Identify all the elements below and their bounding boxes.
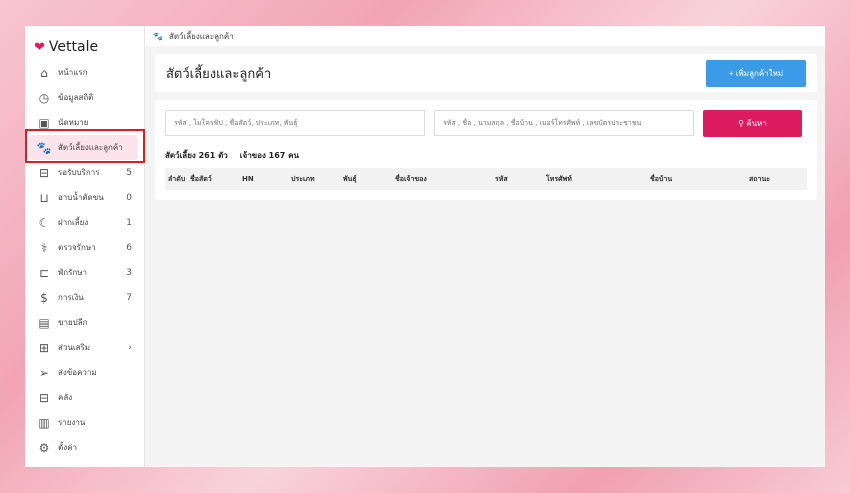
sidebar-item-10[interactable]: ▤ ขายปลีก <box>25 310 144 335</box>
column-header[interactable]: ลำดับ <box>168 174 185 185</box>
sidebar-item-label: พักรักษา <box>58 268 88 277</box>
sidebar-item-count: 5 <box>126 167 132 178</box>
sidebar-item-count: 1 <box>126 217 132 228</box>
dashboard-icon: ◷ <box>38 90 50 105</box>
pet-search-input[interactable] <box>165 110 425 136</box>
bar-chart-icon: ▥ <box>38 415 50 430</box>
home-icon: ⌂ <box>40 65 48 80</box>
app-window: ❤ Vettale ⌂ หน้าแรก ◷ ข้อมูลสถิติ ▣ นัดหมาย 🐾 ส… <box>25 26 825 467</box>
archive-icon: ⊟ <box>38 390 50 405</box>
page-title: สัตว์เลี้ยงและลูกค้า <box>166 66 272 82</box>
table-header: ลำดับ ชื่อสัตว์ HN ประเภท พันธุ์ ชื่อเจ้าของ ร… <box>165 168 807 190</box>
bathtub-icon: ⊔ <box>39 190 49 205</box>
sidebar-item-7[interactable]: ⚕ ตรวจรักษา 6 <box>25 235 144 260</box>
sidebar: ❤ Vettale ⌂ หน้าแรก ◷ ข้อมูลสถิติ ▣ นัดหมาย 🐾 ส… <box>25 26 145 467</box>
money-hand-icon: $ <box>40 290 48 305</box>
sidebar-item-count: 3 <box>126 267 132 278</box>
sidebar-item-count: 6 <box>126 242 132 253</box>
sidebar-item-label: ฝากเลี้ยง <box>58 218 89 227</box>
logo[interactable]: ❤ Vettale <box>25 26 144 58</box>
sidebar-item-label: ข้อมูลสถิติ <box>58 93 94 102</box>
column-header[interactable]: HN <box>242 175 254 183</box>
sidebar-item-count: 0 <box>126 192 132 203</box>
column-header[interactable]: ชื่อบ้าน <box>650 174 672 185</box>
sidebar-item-9[interactable]: $ การเงิน 7 <box>25 285 144 310</box>
main-content: 🐾 สัตว์เลี้ยงและลูกค้า สัตว์เลี้ยงและลูก… <box>145 26 825 467</box>
sidebar-item-label: ส่วนเสริม <box>58 343 91 352</box>
owner-count: เจ้าของ 167 คน <box>239 151 299 160</box>
sidebar-item-5[interactable]: ⊔ อาบน้ำตัดขน 0 <box>25 185 144 210</box>
calendar-icon: ▣ <box>38 115 50 130</box>
sidebar-item-count: 7 <box>126 292 132 303</box>
title-card: สัตว์เลี้ยงและลูกค้า + เพิ่มลูกค้าใหม่ <box>155 54 817 92</box>
sidebar-item-label: การเงิน <box>58 293 84 302</box>
sidebar-item-6[interactable]: ☾ ฝากเลี้ยง 1 <box>25 210 144 235</box>
sidebar-item-label: ตั้งค่า <box>58 443 77 452</box>
plus-square-icon: ⊞ <box>38 340 50 355</box>
add-customer-button[interactable]: + เพิ่มลูกค้าใหม่ <box>706 59 806 87</box>
sidebar-item-label: นัดหมาย <box>58 118 89 127</box>
pet-count: สัตว์เลี้ยง 261 ตัว <box>165 151 228 160</box>
stethoscope-icon: ⚕ <box>40 240 48 255</box>
sidebar-item-label: คลัง <box>58 393 73 402</box>
search-button[interactable]: ⚲ ค้นหา <box>703 110 802 137</box>
owner-search-input[interactable] <box>434 110 694 136</box>
column-header[interactable]: ชื่อสัตว์ <box>190 174 212 185</box>
sidebar-item-label: ขายปลีก <box>58 318 88 327</box>
sidebar-item-12[interactable]: ➢ ส่งข้อความ <box>25 360 144 385</box>
sidebar-item-1[interactable]: ◷ ข้อมูลสถิติ <box>25 85 144 110</box>
sidebar-item-label: ตรวจรักษา <box>58 243 96 252</box>
highlight-box <box>25 129 145 163</box>
sidebar-item-0[interactable]: ⌂ หน้าแรก <box>25 60 144 85</box>
sidebar-item-8[interactable]: ⊏ พักรักษา 3 <box>25 260 144 285</box>
sidebar-item-label: หน้าแรก <box>58 68 88 77</box>
sidebar-item-count: › <box>128 342 132 353</box>
column-header[interactable]: สถานะ <box>749 174 770 185</box>
sidebar-item-15[interactable]: ⚙ ตั้งค่า <box>25 435 144 460</box>
cash-register-icon: ▤ <box>38 315 50 330</box>
column-header[interactable]: ประเภท <box>291 174 315 185</box>
sidebar-item-label: รายงาน <box>58 418 86 427</box>
breadcrumb-label[interactable]: สัตว์เลี้ยงและลูกค้า <box>169 30 234 43</box>
breadcrumb: 🐾 สัตว์เลี้ยงและลูกค้า <box>145 26 825 46</box>
column-header[interactable]: รหัส <box>495 174 508 185</box>
column-header[interactable]: โทรศัพท์ <box>546 174 572 185</box>
moon-icon: ☾ <box>38 215 50 230</box>
paw-icon: 🐾 <box>153 31 163 41</box>
column-header[interactable]: พันธุ์ <box>343 174 357 185</box>
brand-name: Vettale <box>48 39 99 55</box>
sidebar-item-13[interactable]: ⊟ คลัง <box>25 385 144 410</box>
send-icon: ➢ <box>38 365 50 380</box>
sidebar-item-label: รอรับบริการ <box>58 168 100 177</box>
sidebar-item-14[interactable]: ▥ รายงาน <box>25 410 144 435</box>
sidebar-item-4[interactable]: ⊟ รอรับบริการ 5 <box>25 160 144 185</box>
column-header[interactable]: ชื่อเจ้าของ <box>395 174 427 185</box>
sidebar-item-11[interactable]: ⊞ ส่วนเสริม › <box>25 335 144 360</box>
heart-logo-icon: ❤ <box>34 39 45 55</box>
sofa-icon: ⊟ <box>38 165 50 180</box>
list-card: ⚲ ค้นหา สัตว์เลี้ยง 261 ตัว เจ้าของ 167 … <box>155 100 817 200</box>
sidebar-item-label: ส่งข้อความ <box>58 368 97 377</box>
sidebar-nav: ⌂ หน้าแรก ◷ ข้อมูลสถิติ ▣ นัดหมาย 🐾 สัตว์เลี้ยง… <box>25 60 144 460</box>
sidebar-item-label: อาบน้ำตัดขน <box>58 193 104 202</box>
bed-icon: ⊏ <box>38 265 50 280</box>
gear-icon: ⚙ <box>38 440 50 455</box>
